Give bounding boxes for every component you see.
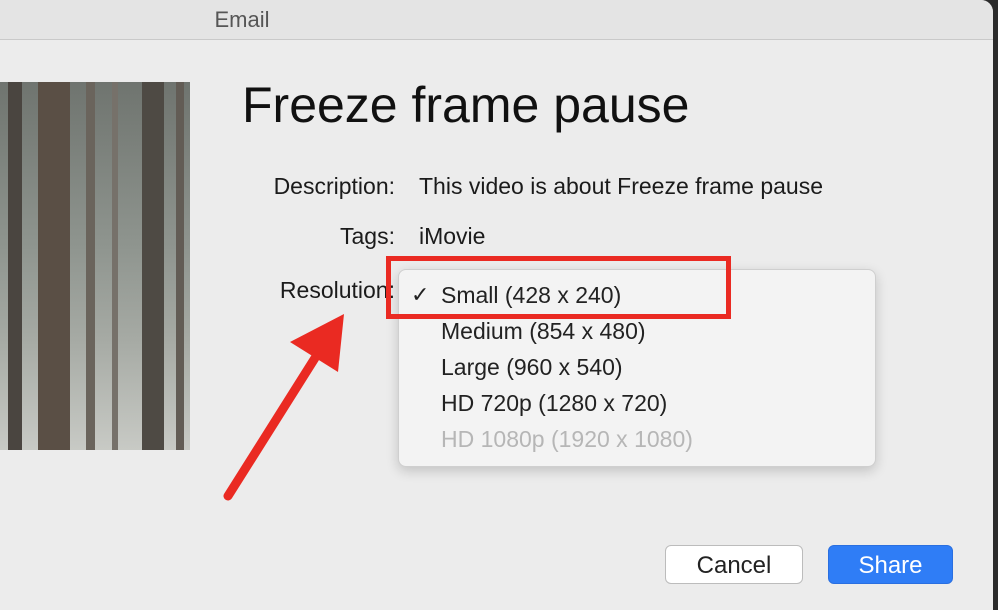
menu-item-large[interactable]: Large (960 x 540): [441, 354, 623, 381]
tags-value[interactable]: iMovie: [419, 223, 485, 250]
tags-label: Tags:: [340, 223, 395, 249]
menu-item-hd-720p[interactable]: HD 720p (1280 x 720): [441, 390, 667, 417]
description-label: Description:: [273, 173, 395, 199]
annotation-arrow-icon: [223, 314, 344, 501]
menu-item-medium[interactable]: Medium (854 x 480): [441, 318, 646, 345]
video-thumbnail: [0, 82, 190, 450]
share-button[interactable]: Share: [828, 545, 953, 584]
video-title: Freeze frame pause: [242, 77, 690, 133]
annotation-highlight-box: [386, 256, 731, 319]
window-title: Email: [214, 7, 270, 32]
description-value[interactable]: This video is about Freeze frame pause: [419, 173, 823, 200]
menu-item-hd-1080p: HD 1080p (1920 x 1080): [441, 426, 693, 452]
title-bar[interactable]: Email: [0, 0, 993, 40]
cancel-button[interactable]: Cancel: [665, 545, 803, 584]
